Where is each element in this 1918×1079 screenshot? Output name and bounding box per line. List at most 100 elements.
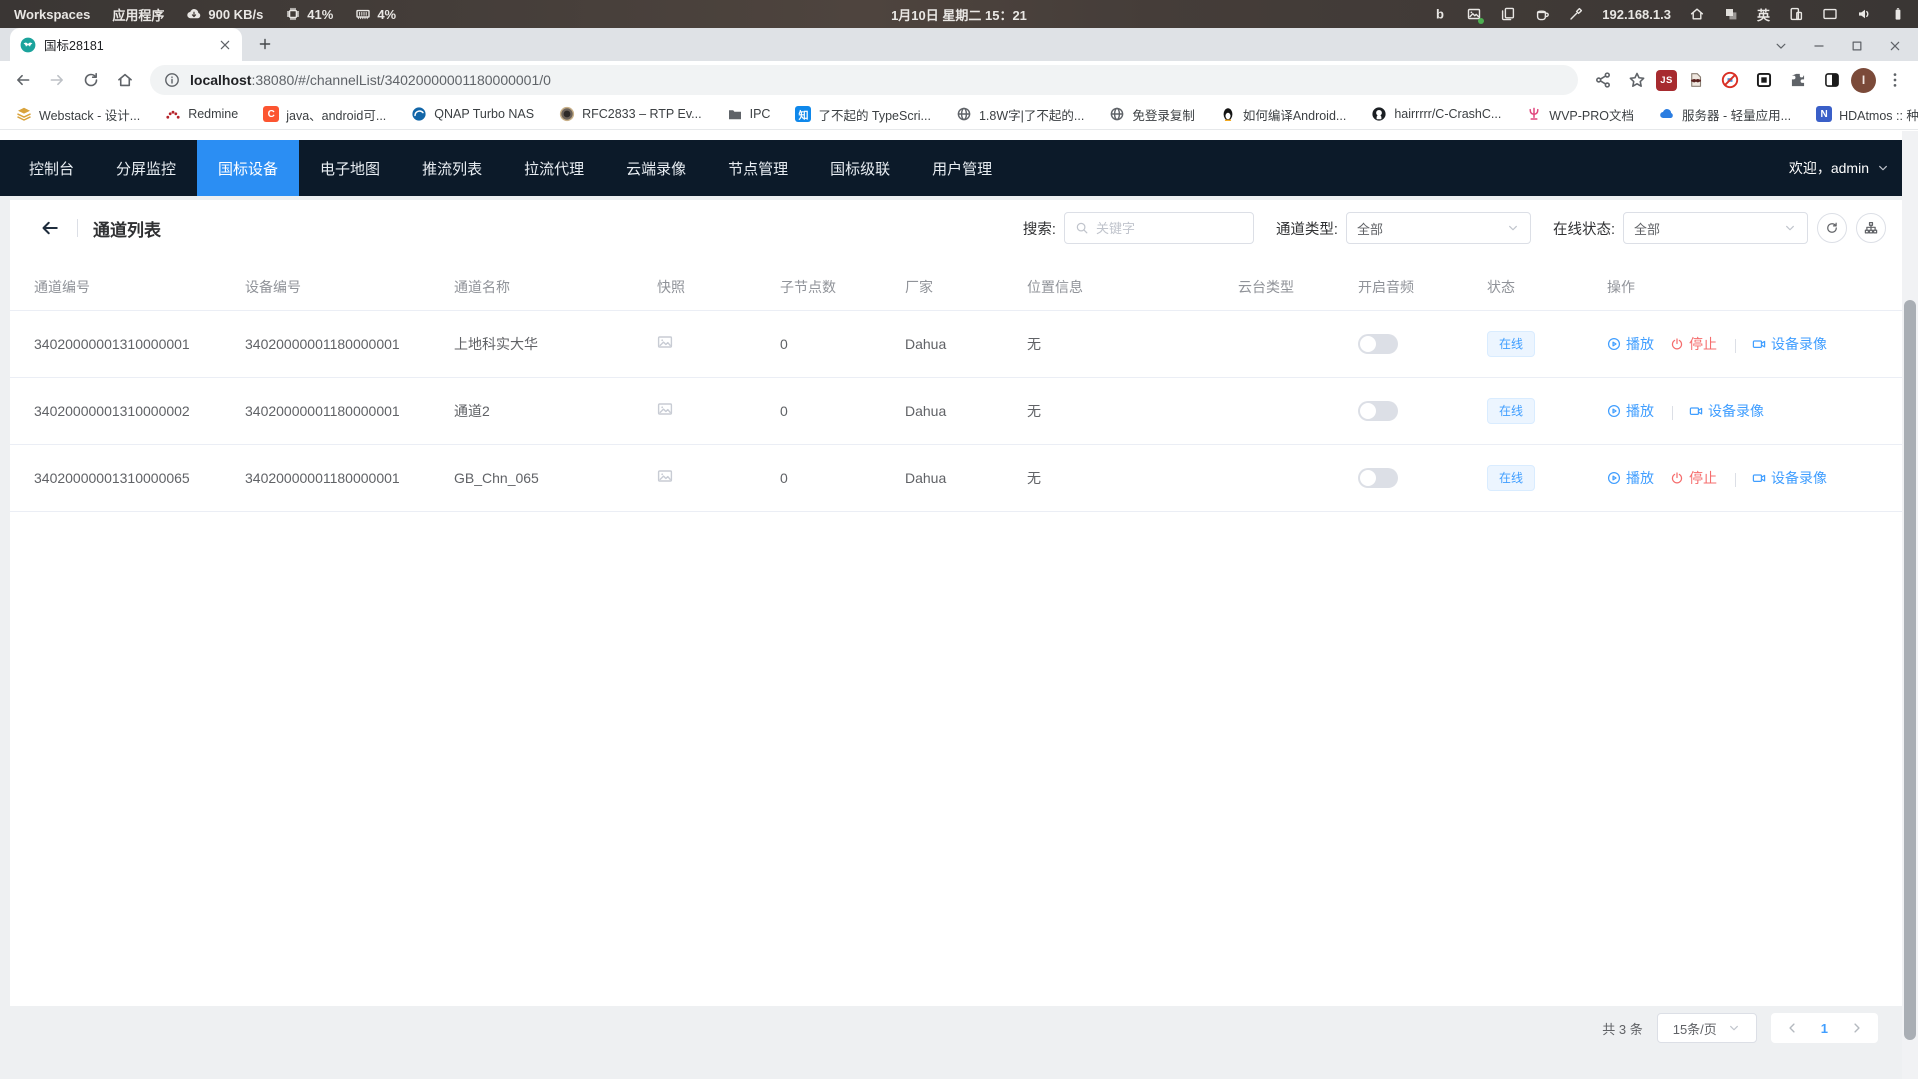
table-row-1: 3402000000131000000134020000001180000001…: [10, 310, 1902, 377]
page-size-select[interactable]: 15条/页: [1657, 1013, 1757, 1043]
window-minimize-button[interactable]: [1812, 39, 1826, 53]
search-field[interactable]: [1064, 212, 1254, 244]
ip-address-indicator[interactable]: 192.168.1.3: [1602, 7, 1671, 22]
adblock-extension-icon[interactable]: [1721, 71, 1739, 89]
snapshot-thumbnail[interactable]: [657, 334, 673, 350]
site-info-icon[interactable]: [164, 72, 180, 88]
column-header-5: 子节点数: [756, 264, 881, 310]
bookmark-star-icon[interactable]: [1628, 71, 1646, 89]
audio-toggle[interactable]: [1358, 468, 1398, 488]
redmine-favicon: [165, 106, 181, 122]
workspaces-button[interactable]: Workspaces: [14, 7, 90, 22]
js-extension-icon[interactable]: JS: [1656, 70, 1677, 91]
url-text: localhost:38080/#/channelList/3402000000…: [190, 72, 551, 88]
nav-item-4[interactable]: 电子地图: [299, 140, 401, 196]
home-tray-icon[interactable]: [1689, 6, 1705, 22]
page-scrollbar-thumb[interactable]: [1904, 300, 1916, 1040]
extensions-icon[interactable]: [1789, 71, 1807, 89]
current-page[interactable]: 1: [1821, 1021, 1828, 1036]
channel-type-select[interactable]: 全部: [1346, 212, 1531, 244]
bookmark-2[interactable]: Redmine: [165, 106, 238, 122]
browser-home-button[interactable]: [116, 71, 134, 89]
bookmark-4[interactable]: QNAP Turbo NAS: [411, 106, 534, 122]
bookmark-13[interactable]: 服务器 - 轻量应用...: [1659, 105, 1791, 124]
forward-button[interactable]: [48, 71, 66, 89]
reload-button[interactable]: [82, 71, 100, 89]
nav-item-7[interactable]: 云端录像: [605, 140, 707, 196]
profile-avatar[interactable]: I: [1851, 68, 1876, 93]
audio-toggle[interactable]: [1358, 334, 1398, 354]
clock[interactable]: 1月10日 星期二 15：21: [891, 5, 1027, 24]
table-row-3: 3402000000131000006534020000001180000001…: [10, 444, 1902, 511]
window-maximize-button[interactable]: [1850, 39, 1864, 53]
bookmark-9[interactable]: 免登录复制: [1109, 105, 1195, 124]
privacy-extension-icon[interactable]: [1687, 71, 1705, 89]
tab-close-button[interactable]: [218, 38, 232, 52]
share-icon[interactable]: [1594, 71, 1612, 89]
screenshot-app-icon[interactable]: [1466, 6, 1482, 22]
tab-search-button[interactable]: [1774, 39, 1788, 53]
clipboard-manager-icon[interactable]: [1500, 6, 1516, 22]
screenshot-extension-icon[interactable]: [1755, 71, 1773, 89]
address-bar[interactable]: localhost:38080/#/channelList/3402000000…: [150, 65, 1578, 95]
record-action[interactable]: 设备录像: [1752, 334, 1827, 354]
bookmark-8[interactable]: 1.8W字|了不起的...: [956, 105, 1084, 124]
applications-menu[interactable]: 应用程序: [112, 5, 164, 24]
nav-item-6[interactable]: 拉流代理: [503, 140, 605, 196]
bookmark-7[interactable]: 知了不起的 TypeScri...: [795, 105, 931, 124]
bing-tray-icon[interactable]: b: [1432, 6, 1448, 22]
battery-icon[interactable]: [1890, 6, 1906, 22]
color-picker-icon[interactable]: [1568, 6, 1584, 22]
nav-item-8[interactable]: 节点管理: [707, 140, 809, 196]
nav-item-10[interactable]: 用户管理: [911, 140, 1013, 196]
record-action[interactable]: 设备录像: [1752, 468, 1827, 488]
browser-menu-icon[interactable]: [1886, 71, 1904, 89]
play-action[interactable]: 播放: [1607, 468, 1654, 488]
play-action[interactable]: 播放: [1607, 334, 1654, 354]
prev-page-button[interactable]: [1785, 1021, 1799, 1035]
nav-item-5[interactable]: 推流列表: [401, 140, 503, 196]
browser-tab[interactable]: 国标28181: [10, 28, 242, 61]
refresh-button[interactable]: [1817, 213, 1847, 243]
bookmark-11[interactable]: hairrrrr/C-CrashC...: [1371, 106, 1501, 122]
bookmark-1[interactable]: Webstack - 设计...: [16, 105, 140, 124]
online-status-select[interactable]: 全部: [1623, 212, 1808, 244]
new-tab-button[interactable]: [252, 31, 278, 57]
nav-item-2[interactable]: 分屏监控: [95, 140, 197, 196]
record-action[interactable]: 设备录像: [1689, 401, 1764, 421]
audio-toggle[interactable]: [1358, 401, 1398, 421]
search-input[interactable]: [1096, 221, 1243, 236]
channel-table: 通道编号设备编号通道名称快照子节点数厂家位置信息云台类型开启音频状态操作 340…: [10, 264, 1902, 512]
play-action[interactable]: 播放: [1607, 401, 1654, 421]
stop-action[interactable]: 停止: [1670, 334, 1717, 354]
volume-icon[interactable]: [1856, 6, 1872, 22]
display-settings-icon[interactable]: [1822, 6, 1838, 22]
workspace-switcher-icon[interactable]: [1723, 6, 1739, 22]
cell-channel-id: 34020000001310000002: [10, 377, 221, 444]
tree-view-button[interactable]: [1856, 213, 1886, 243]
user-menu[interactable]: 欢迎，admin: [1789, 158, 1918, 178]
total-count: 共 3 条: [1602, 1019, 1642, 1038]
page-back-button[interactable]: [40, 218, 60, 238]
window-close-button[interactable]: [1888, 39, 1902, 53]
snapshot-thumbnail[interactable]: [657, 468, 673, 484]
bookmark-12[interactable]: WVP-PRO文档: [1526, 105, 1634, 124]
darkmode-extension-icon[interactable]: [1823, 71, 1841, 89]
phone-link-icon[interactable]: [1788, 6, 1804, 22]
next-page-button[interactable]: [1850, 1021, 1864, 1035]
bookmark-5[interactable]: RFC2833 – RTP Ev...: [559, 106, 702, 122]
caffeine-icon[interactable]: [1534, 6, 1550, 22]
nav-item-3[interactable]: 国标设备: [197, 140, 299, 196]
cell-status: 在线: [1463, 444, 1583, 511]
bookmark-14[interactable]: NHDAtmos :: 种子 *...: [1816, 105, 1918, 124]
nav-item-1[interactable]: 控制台: [8, 140, 95, 196]
input-method-indicator[interactable]: 英: [1757, 5, 1770, 24]
bookmark-3[interactable]: Cjava、android可...: [263, 105, 386, 124]
cell-status: 在线: [1463, 310, 1583, 377]
snapshot-thumbnail[interactable]: [657, 401, 673, 417]
nav-item-9[interactable]: 国标级联: [809, 140, 911, 196]
bookmark-6[interactable]: IPC: [727, 106, 771, 122]
stop-action[interactable]: 停止: [1670, 468, 1717, 488]
bookmark-10[interactable]: 如何编译Android...: [1220, 105, 1347, 124]
back-button[interactable]: [14, 71, 32, 89]
